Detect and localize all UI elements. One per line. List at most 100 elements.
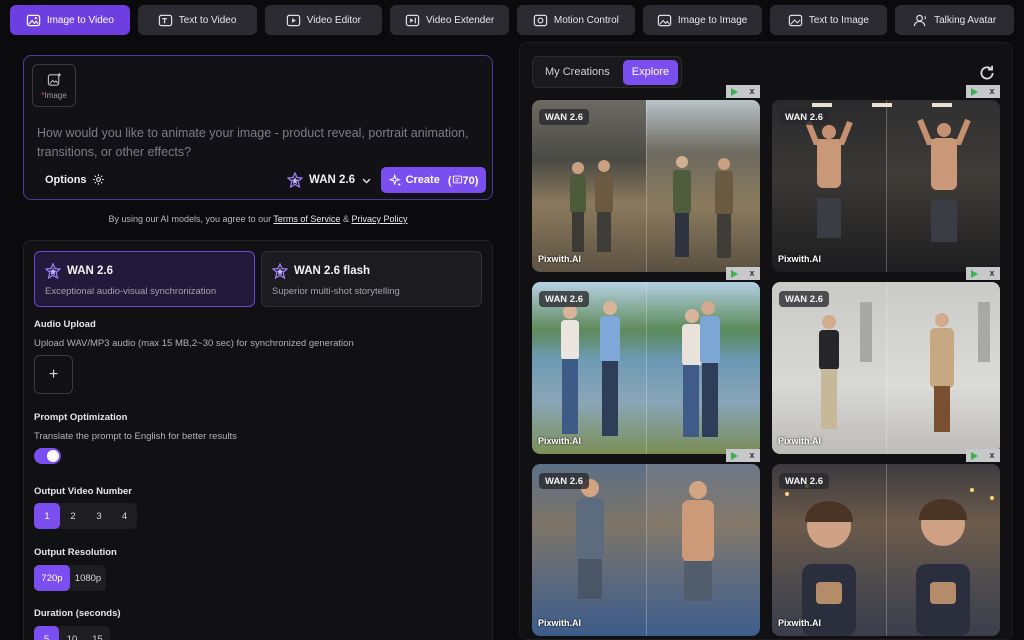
tab-explore[interactable]: Explore <box>622 59 679 85</box>
model-badge: WAN 2.6 <box>539 291 590 307</box>
ad-close-widget[interactable]: x <box>966 449 1000 462</box>
wan-logo-icon <box>287 172 303 188</box>
nav-label: Video Extender <box>426 14 495 26</box>
terms-link[interactable]: Terms of Service <box>273 214 340 224</box>
nav-image-to-image[interactable]: Image to Image <box>642 5 762 35</box>
prompt-optimization-toggle[interactable] <box>34 448 61 464</box>
ad-close-widget[interactable]: x <box>966 267 1000 280</box>
model-card-wan-26[interactable]: WAN 2.6 Exceptional audio-visual synchro… <box>34 251 255 307</box>
create-cost: (70) <box>447 174 479 187</box>
close-icon[interactable]: x <box>989 451 994 460</box>
tos-prefix: By using our AI models, you agree to our <box>108 214 272 224</box>
nav-image-to-video[interactable]: Image to Video <box>10 5 130 35</box>
output-number-option[interactable]: 3 <box>86 503 112 529</box>
play-icon <box>971 87 979 96</box>
play-icon <box>731 269 739 278</box>
ad-close-widget[interactable]: x <box>726 449 760 462</box>
close-icon[interactable]: x <box>749 451 754 460</box>
audio-upload-button[interactable]: + <box>34 355 73 394</box>
output-number-option[interactable]: 1 <box>34 503 60 529</box>
refresh-icon[interactable] <box>978 64 996 82</box>
create-cost-value: 70 <box>462 174 475 187</box>
close-icon[interactable]: x <box>749 269 754 278</box>
nav-label: Image to Image <box>677 14 748 26</box>
nav-label: Video Editor <box>306 14 362 26</box>
model-dropdown[interactable]: WAN 2.6 <box>287 172 372 188</box>
gallery-tile[interactable]: WAN 2.6 Pixwith.AI <box>532 100 760 272</box>
tile-illustration <box>561 301 720 437</box>
tos-amp: & <box>342 214 349 224</box>
image-image-icon <box>657 14 672 26</box>
options-button[interactable]: Options <box>45 173 105 186</box>
close-icon[interactable]: x <box>749 87 754 96</box>
chevron-down-icon <box>362 178 371 183</box>
nav-talking-avatar[interactable]: Talking Avatar <box>895 5 1014 35</box>
gallery-tile[interactable]: WAN 2.6 Pixwith.AI <box>532 282 760 454</box>
ad-close-widget[interactable]: x <box>726 267 760 280</box>
nav-video-editor[interactable]: Video Editor <box>264 5 383 35</box>
nav-video-extender[interactable]: Video Extender <box>390 5 509 35</box>
model-title-text: WAN 2.6 flash <box>294 265 371 277</box>
nav-text-to-image[interactable]: Text to Image <box>769 5 888 35</box>
create-label: Create <box>405 174 440 186</box>
options-label: Options <box>45 173 87 186</box>
prompt-input[interactable]: How would you like to animate your image… <box>37 124 482 162</box>
image-label: Image <box>44 90 67 100</box>
watermark: Pixwith.AI <box>778 436 822 446</box>
close-icon[interactable]: x <box>989 269 994 278</box>
gallery-tile[interactable]: WAN 2.6 Pixwith.AI <box>772 464 1000 636</box>
image-upload-slot[interactable]: *Image <box>32 64 76 107</box>
tab-my-creations[interactable]: My Creations <box>536 60 619 85</box>
model-badge: WAN 2.6 <box>539 473 590 489</box>
output-number-selector: 1 2 3 4 <box>34 503 137 529</box>
video-editor-icon <box>286 14 300 26</box>
settings-card: WAN 2.6 Exceptional audio-visual synchro… <box>23 240 493 640</box>
play-icon <box>971 269 979 278</box>
output-number-option[interactable]: 2 <box>60 503 86 529</box>
add-image-icon <box>47 72 61 86</box>
model-badge: WAN 2.6 <box>539 109 590 125</box>
close-icon[interactable]: x <box>989 87 994 96</box>
duration-option[interactable]: 5 <box>34 626 59 640</box>
play-icon <box>971 451 979 460</box>
nav-motion-control[interactable]: Motion Control <box>517 5 635 35</box>
duration-option[interactable]: 15 <box>85 626 110 640</box>
model-card-wan-26-flash[interactable]: WAN 2.6 flash Superior multi-shot storyt… <box>261 251 482 307</box>
duration-selector: 5 10 15 <box>34 626 110 640</box>
top-navigation: Image to Video Text to Video Video Edito… <box>10 5 1014 35</box>
gallery-tile[interactable]: WAN 2.6 Pixwith.AI <box>772 100 1000 272</box>
play-icon <box>731 451 739 460</box>
ad-close-widget[interactable]: x <box>966 85 1000 98</box>
duration-title: Duration (seconds) <box>34 608 121 619</box>
model-card-desc: Exceptional audio-visual synchronization <box>45 286 217 297</box>
prompt-card: *Image How would you like to animate you… <box>23 55 493 200</box>
ad-close-widget[interactable]: x <box>726 85 760 98</box>
audio-upload-title: Audio Upload <box>34 319 96 330</box>
watermark: Pixwith.AI <box>538 618 582 628</box>
nav-text-to-video[interactable]: Text to Video <box>137 5 257 35</box>
create-button[interactable]: Create (70) <box>381 167 486 193</box>
duration-option[interactable]: 10 <box>59 626 85 640</box>
model-card-desc: Superior multi-shot storytelling <box>272 286 400 297</box>
resolution-option[interactable]: 720p <box>34 565 70 591</box>
prompt-optimization-title: Prompt Optimization <box>34 412 128 423</box>
model-badge: WAN 2.6 <box>779 109 830 125</box>
gallery-tile[interactable]: WAN 2.6 Pixwith.AI <box>772 282 1000 454</box>
talking-avatar-icon <box>913 14 927 26</box>
terms-notice: By using our AI models, you agree to our… <box>23 214 493 224</box>
motion-control-icon <box>533 14 548 26</box>
gallery-tile[interactable]: WAN 2.6 Pixwith.AI <box>532 464 760 636</box>
sparkle-icon <box>388 173 401 186</box>
gallery-panel: My Creations Explore WAN 2.6 Pixwith.AI … <box>519 42 1013 640</box>
nav-label: Motion Control <box>553 14 619 26</box>
output-number-option[interactable]: 4 <box>112 503 137 529</box>
tile-illustration <box>805 103 971 242</box>
wan-logo-icon <box>45 263 61 279</box>
wan-logo-icon <box>272 263 288 279</box>
image-slot-label: *Image <box>41 91 66 100</box>
play-icon <box>731 87 739 96</box>
privacy-link[interactable]: Privacy Policy <box>352 214 408 224</box>
text-video-icon <box>158 14 172 26</box>
nav-label: Image to Video <box>46 14 114 26</box>
resolution-option[interactable]: 1080p <box>70 565 106 591</box>
